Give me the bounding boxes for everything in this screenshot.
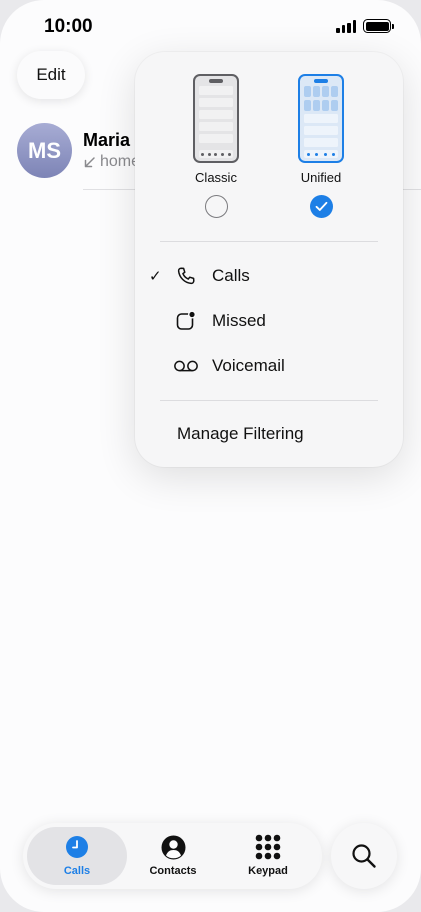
avatar[interactable]: MS bbox=[17, 123, 72, 178]
battery-icon bbox=[363, 19, 394, 33]
call-detail: home bbox=[83, 153, 140, 171]
tab-keypad[interactable]: Keypad bbox=[218, 827, 318, 885]
status-time: 10:00 bbox=[44, 16, 93, 37]
call-contact-name[interactable]: Maria bbox=[83, 130, 130, 151]
cellular-signal-icon bbox=[336, 19, 356, 33]
menu-item-calls[interactable]: ✓ Calls bbox=[135, 256, 403, 296]
menu-item-label: Calls bbox=[212, 266, 250, 285]
layout-option-label: Classic bbox=[195, 170, 237, 185]
tab-bar: Calls Contacts Keypad bbox=[23, 823, 322, 889]
classic-phone-icon bbox=[193, 74, 239, 163]
layout-option-label: Unified bbox=[300, 170, 342, 185]
menu-item-label: Voicemail bbox=[212, 356, 285, 375]
menu-item-missed[interactable]: Missed bbox=[135, 301, 403, 341]
keypad-grid-icon bbox=[255, 834, 281, 860]
incoming-arrow-icon bbox=[84, 156, 95, 167]
tab-label: Calls bbox=[63, 865, 91, 877]
person-circle-icon bbox=[160, 834, 186, 860]
classic-radio[interactable] bbox=[204, 195, 228, 218]
missed-badge-icon bbox=[173, 309, 199, 333]
tab-label: Keypad bbox=[248, 865, 288, 877]
menu-item-label: Missed bbox=[212, 311, 266, 330]
view-filter-popover: Classic Unified ✓ Calls Missed Voicemail… bbox=[135, 52, 403, 467]
tab-contacts[interactable]: Contacts bbox=[123, 827, 223, 885]
checkmark-icon bbox=[315, 201, 327, 211]
phone-screen: 10:00 Edit MS Maria home Classic Unified… bbox=[0, 0, 421, 912]
layout-option-unified[interactable]: Unified bbox=[276, 74, 366, 218]
checkmark: ✓ bbox=[149, 268, 162, 285]
tab-label: Contacts bbox=[149, 865, 197, 877]
phone-icon bbox=[173, 264, 199, 288]
layout-option-classic[interactable]: Classic bbox=[171, 74, 261, 218]
menu-divider bbox=[160, 400, 378, 401]
unified-radio-selected[interactable] bbox=[309, 195, 333, 218]
unified-phone-icon bbox=[298, 74, 344, 163]
tab-calls[interactable]: Calls bbox=[27, 827, 127, 885]
search-button[interactable] bbox=[331, 823, 397, 889]
voicemail-icon bbox=[173, 354, 199, 378]
manage-filtering-button[interactable]: Manage Filtering bbox=[177, 424, 304, 444]
menu-divider bbox=[160, 241, 378, 242]
search-icon bbox=[352, 844, 376, 868]
menu-item-voicemail[interactable]: Voicemail bbox=[135, 346, 403, 386]
status-icons bbox=[336, 19, 394, 33]
clock-icon bbox=[64, 834, 90, 860]
edit-button[interactable]: Edit bbox=[17, 51, 85, 99]
